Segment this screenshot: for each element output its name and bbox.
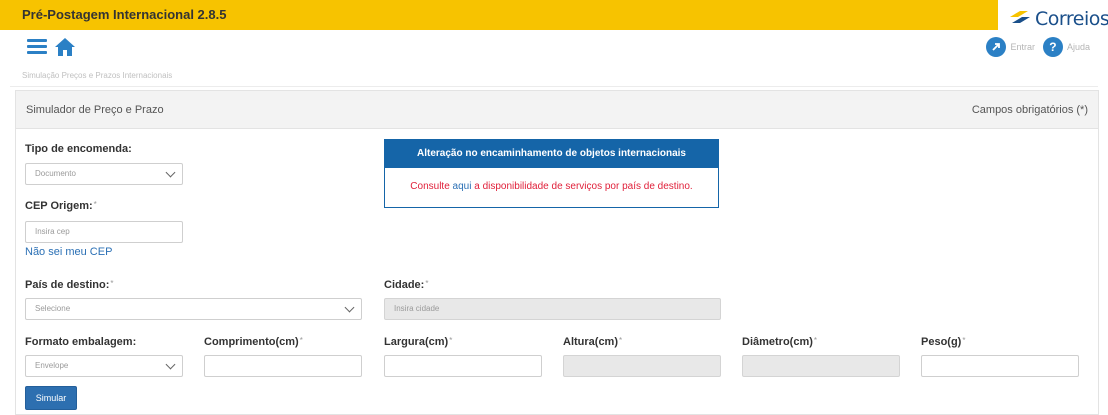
chevron-down-icon [165, 167, 176, 178]
login-icon[interactable] [986, 37, 1007, 57]
cidade-placeholder: Insira cidade [394, 304, 440, 313]
help-icon[interactable]: ? [1042, 37, 1063, 57]
panel-title: Simulador de Preço e Prazo [26, 104, 164, 116]
nav-right: Entrar ? Ajuda [986, 37, 1098, 57]
largura-input[interactable] [384, 355, 542, 377]
tipo-encomenda-label: Tipo de encomenda: [25, 143, 132, 155]
breadcrumb[interactable]: Simulação Preços e Prazos Internacionais [22, 71, 172, 80]
altura-label: Altura(cm)* [563, 336, 623, 348]
panel-header: Simulador de Preço e Prazo Campos obriga… [16, 91, 1098, 129]
altura-input[interactable] [563, 355, 721, 377]
cep-help-link[interactable]: Não sei meu CEP [25, 246, 112, 258]
help-link[interactable]: Ajuda [1067, 42, 1090, 52]
divider [10, 86, 1098, 87]
comprimento-input[interactable] [204, 355, 362, 377]
formato-embalagem-label: Formato embalagem: [25, 336, 137, 348]
notice-box: Alteração no encaminhamento de objetos i… [384, 139, 719, 208]
diametro-input[interactable] [742, 355, 900, 377]
top-bar: Pré-Postagem Internacional 2.8.5 [0, 0, 1108, 30]
nav-bar: Entrar ? Ajuda [0, 30, 1108, 64]
formato-embalagem-value: Envelope [35, 361, 69, 370]
peso-label: Peso(g)* [921, 336, 966, 348]
cep-origem-label: CEP Origem:* [25, 200, 97, 212]
diametro-label: Diâmetro(cm)* [742, 336, 818, 348]
notice-body: Consulte aqui a disponibilidade de servi… [410, 181, 693, 192]
notice-link[interactable]: aqui [453, 181, 472, 192]
pais-destino-value: Selecione [35, 304, 71, 313]
correios-logo-icon [1010, 11, 1030, 23]
logo-text: Correios [1035, 8, 1108, 30]
required-fields-note: Campos obrigatórios (*) [971, 104, 1088, 116]
pais-destino-label: País de destino:* [25, 279, 114, 291]
comprimento-label: Comprimento(cm)* [204, 336, 303, 348]
chevron-down-icon [344, 302, 355, 313]
app-title: Pré-Postagem Internacional 2.8.5 [22, 7, 227, 22]
enter-link[interactable]: Entrar [1010, 42, 1035, 52]
cep-placeholder: Insira cep [35, 227, 70, 236]
cidade-label: Cidade:* [384, 279, 429, 291]
notice-title: Alteração no encaminhamento de objetos i… [385, 140, 718, 168]
cep-origem-input[interactable]: Insira cep [25, 221, 183, 243]
peso-input[interactable] [921, 355, 1079, 377]
pais-destino-select[interactable]: Selecione [25, 298, 362, 320]
hamburger-menu-icon[interactable] [27, 39, 47, 55]
largura-label: Largura(cm)* [384, 336, 453, 348]
chevron-down-icon [165, 359, 176, 370]
cidade-input[interactable]: Insira cidade [384, 298, 721, 320]
home-icon[interactable] [54, 36, 76, 58]
formato-embalagem-select[interactable]: Envelope [25, 355, 183, 377]
simular-button[interactable]: Simular [25, 386, 77, 410]
tipo-encomenda-select[interactable]: Documento [25, 163, 183, 185]
tipo-encomenda-value: Documento [35, 169, 76, 178]
